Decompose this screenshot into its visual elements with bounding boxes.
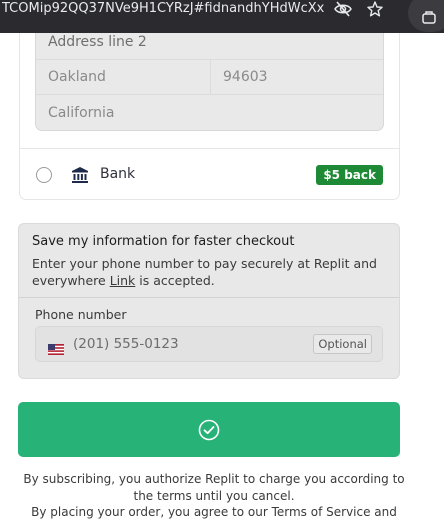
address-line2-input[interactable]: Address line 2 — [36, 33, 383, 59]
subscribe-button[interactable] — [18, 402, 400, 457]
phone-number-input[interactable]: (201) 555-0123 Optional — [35, 326, 383, 362]
link-brand-link[interactable]: Link — [110, 273, 136, 288]
checkmark-circle-icon — [198, 419, 220, 441]
terms-text-2: By placing your order, you agree to our … — [31, 505, 397, 519]
url-text[interactable]: TCOMip92QQ37NVe9H1CYRzJ#fidnandhYHdWcXx.… — [2, 0, 324, 33]
payment-option-bank[interactable]: Bank $5 back — [19, 148, 400, 200]
save-info-title: Save my information for faster checkout — [32, 234, 295, 249]
us-flag-icon[interactable] — [48, 340, 64, 355]
description-text-end: is accepted. — [135, 273, 215, 288]
city-zip-row: Oakland 94603 — [36, 59, 383, 95]
card-payment-section: Address line 2 Oakland 94603 California — [19, 33, 400, 148]
address-line2-row: Address line 2 — [36, 33, 383, 59]
optional-badge: Optional — [313, 334, 372, 354]
save-info-card: Save my information for faster checkout … — [18, 223, 400, 379]
state-select[interactable]: California — [36, 95, 383, 130]
bank-radio[interactable] — [36, 167, 52, 183]
phone-placeholder: (201) 555-0123 — [73, 336, 179, 352]
cashback-badge: $5 back — [316, 165, 383, 185]
billing-address-group: Address line 2 Oakland 94603 California — [35, 33, 384, 131]
save-info-description: Enter your phone number to pay securely … — [32, 255, 382, 289]
star-bookmark-icon[interactable] — [365, 0, 385, 18]
bank-label: Bank — [100, 166, 136, 182]
bank-icon — [71, 166, 89, 184]
state-row: California — [36, 95, 383, 130]
terms-text: By subscribing, you authorize Replit to … — [23, 472, 405, 503]
divider — [19, 297, 399, 298]
eye-off-icon[interactable] — [333, 0, 353, 18]
browser-address-bar[interactable]: TCOMip92QQ37NVe9H1CYRzJ#fidnandhYHdWcXx.… — [0, 0, 444, 33]
phone-number-label: Phone number — [35, 307, 127, 322]
extension-button[interactable] — [408, 0, 444, 32]
zip-input[interactable]: 94603 — [211, 60, 383, 94]
city-input[interactable]: Oakland — [36, 60, 210, 94]
extension-icon — [421, 9, 437, 24]
